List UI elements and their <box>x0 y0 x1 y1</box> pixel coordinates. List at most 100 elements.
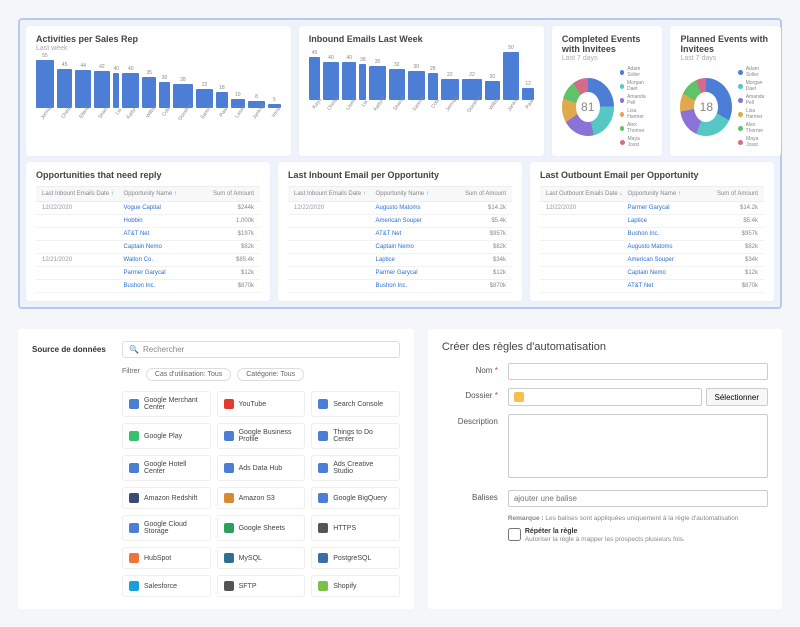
card-activities: Activities per Sales Rep Last week 55Jer… <box>26 26 291 156</box>
table-head[interactable]: Last Inbount Emails Date ↑Opportunity Na… <box>36 186 260 202</box>
table-row[interactable]: Parmer Garycal$12k <box>36 267 260 280</box>
table-row[interactable]: Augusto Matoms$82k <box>540 241 764 254</box>
donut-chart: 18 <box>680 78 732 136</box>
label-dossier: Dossier <box>465 391 492 400</box>
table-row[interactable]: 12/22/2020Parmer Garycal$14.2k <box>540 202 764 215</box>
datasource-item[interactable]: Google Business Profile <box>217 423 306 449</box>
source-icon <box>129 493 139 503</box>
chart-sub: Last 7 days <box>562 55 653 62</box>
search-input[interactable]: 🔍 Rechercher <box>122 341 400 358</box>
bar <box>122 73 139 108</box>
donut-value: 81 <box>581 100 594 114</box>
source-name: Google Play <box>144 433 182 440</box>
table-row[interactable]: AT&T Net$870k <box>540 280 764 293</box>
table-head[interactable]: Last Inbount Emails Date ↑Opportunity Na… <box>288 186 512 202</box>
table-row[interactable]: Bushon Inc.$870k <box>36 280 260 293</box>
datasource-label: Source de données <box>32 341 112 354</box>
table-title: Opportunities that need reply <box>36 170 260 180</box>
datasource-item[interactable]: Amazon Redshift <box>122 487 211 509</box>
source-name: Google Sheets <box>239 525 285 532</box>
bar <box>36 60 54 108</box>
legend-dot <box>620 126 624 131</box>
bar <box>159 82 169 108</box>
table-row[interactable]: 12/22/2020Augusto Matoms$14.2k <box>288 202 512 215</box>
table-row[interactable]: Parmer Garycal$12k <box>288 267 512 280</box>
table-row[interactable]: AT&T Net$957k <box>288 228 512 241</box>
table-row[interactable]: Captain Nemo$12k <box>540 267 764 280</box>
source-icon <box>318 431 328 441</box>
donut-value: 18 <box>700 100 713 114</box>
table-row[interactable]: 12/21/2020Walton Co.$85.4k <box>36 254 260 267</box>
datasource-item[interactable]: MySQL <box>217 547 306 569</box>
source-name: Ads Creative Studio <box>333 461 393 475</box>
chip-usecase[interactable]: Cas d'utilisation: Tous <box>146 368 231 381</box>
legend-dot <box>620 84 624 89</box>
input-balises[interactable] <box>508 490 768 507</box>
datasource-item[interactable]: PostgreSQL <box>311 547 400 569</box>
legend-dot <box>738 112 743 117</box>
table-row[interactable]: AT&T Net$197k <box>36 228 260 241</box>
bar <box>503 52 520 100</box>
datasource-item[interactable]: Salesforce <box>122 575 211 597</box>
automation-panel: Créer des règles d'automatisation Nom * … <box>428 329 782 609</box>
datasource-item[interactable]: Google Merchant Center <box>122 391 211 417</box>
table-row[interactable]: Captain Nemo$82k <box>36 241 260 254</box>
datasource-item[interactable]: Google Hotell Center <box>122 455 211 481</box>
datasource-item[interactable]: Amazon S3 <box>217 487 306 509</box>
datasource-item[interactable]: Ads Creative Studio <box>311 455 400 481</box>
datasource-item[interactable]: HTTPS <box>311 515 400 541</box>
source-name: Shopify <box>333 583 356 590</box>
table-card: Last Inbount Email per OpportunityLast I… <box>278 162 522 301</box>
source-icon <box>224 463 234 473</box>
legend-item: Amanda Pell <box>738 94 771 106</box>
chip-category[interactable]: Catégorie: Tous <box>237 368 304 381</box>
legend-dot <box>620 112 625 117</box>
datasource-item[interactable]: HubSpot <box>122 547 211 569</box>
source-name: Amazon Redshift <box>144 495 197 502</box>
datasource-item[interactable]: Google Sheets <box>217 515 306 541</box>
source-icon <box>129 523 139 533</box>
table-row[interactable]: Laptice$34k <box>288 254 512 267</box>
chart-title: Activities per Sales Rep <box>36 34 281 44</box>
legend-item: Adam Soller <box>620 66 653 78</box>
select-button[interactable]: Sélectionner <box>706 388 768 406</box>
legend-item: Maya Josst <box>738 136 771 148</box>
table-row[interactable]: Captain Nemo$82k <box>288 241 512 254</box>
datasource-item[interactable]: Google BigQuery <box>311 487 400 509</box>
datasource-item[interactable]: SFTP <box>217 575 306 597</box>
source-name: HubSpot <box>144 555 171 562</box>
input-description[interactable] <box>508 414 768 478</box>
label-description: Description <box>442 414 498 478</box>
datasource-item[interactable]: YouTube <box>217 391 306 417</box>
source-name: MySQL <box>239 555 262 562</box>
source-icon <box>224 523 234 533</box>
datasource-item[interactable]: Things to Do Center <box>311 423 400 449</box>
datasource-item[interactable]: Search Console <box>311 391 400 417</box>
source-icon <box>318 463 328 473</box>
donut-chart: 81 <box>562 78 614 136</box>
table-row[interactable]: American Souper$34k <box>540 254 764 267</box>
legend-dot <box>620 98 624 103</box>
datasource-item[interactable]: Google Play <box>122 423 211 449</box>
datasource-item[interactable]: Ads Data Hub <box>217 455 306 481</box>
table-row[interactable]: Laptice$5.4k <box>540 215 764 228</box>
datasource-item[interactable]: Shopify <box>311 575 400 597</box>
input-dossier[interactable] <box>508 388 702 406</box>
checkbox-repeat[interactable] <box>508 528 521 541</box>
table-row[interactable]: American Souper$5.4k <box>288 215 512 228</box>
legend-dot <box>738 70 743 75</box>
table-row[interactable]: Bushon Inc.$957k <box>540 228 764 241</box>
table-row[interactable]: Bushon Inc.$870k <box>288 280 512 293</box>
table-head[interactable]: Last Outbount Emails Date ↓Opportunity N… <box>540 186 764 202</box>
card-planned-events: Planned Events with Invitees Last 7 days… <box>670 26 781 156</box>
input-nom[interactable] <box>508 363 768 380</box>
bar <box>57 69 73 108</box>
table-row[interactable]: 12/22/2020Vogue Capital$244k <box>36 202 260 215</box>
source-name: Google Business Profile <box>239 429 299 443</box>
chart-title: Completed Events with Invitees <box>562 34 653 54</box>
chart-sub: Last week <box>36 45 281 52</box>
dashboard-frame: Activities per Sales Rep Last week 55Jer… <box>18 18 782 309</box>
table-row[interactable]: Hobbin1,000k <box>36 215 260 228</box>
datasource-item[interactable]: Google Cloud Storage <box>122 515 211 541</box>
legend-dot <box>620 140 625 145</box>
